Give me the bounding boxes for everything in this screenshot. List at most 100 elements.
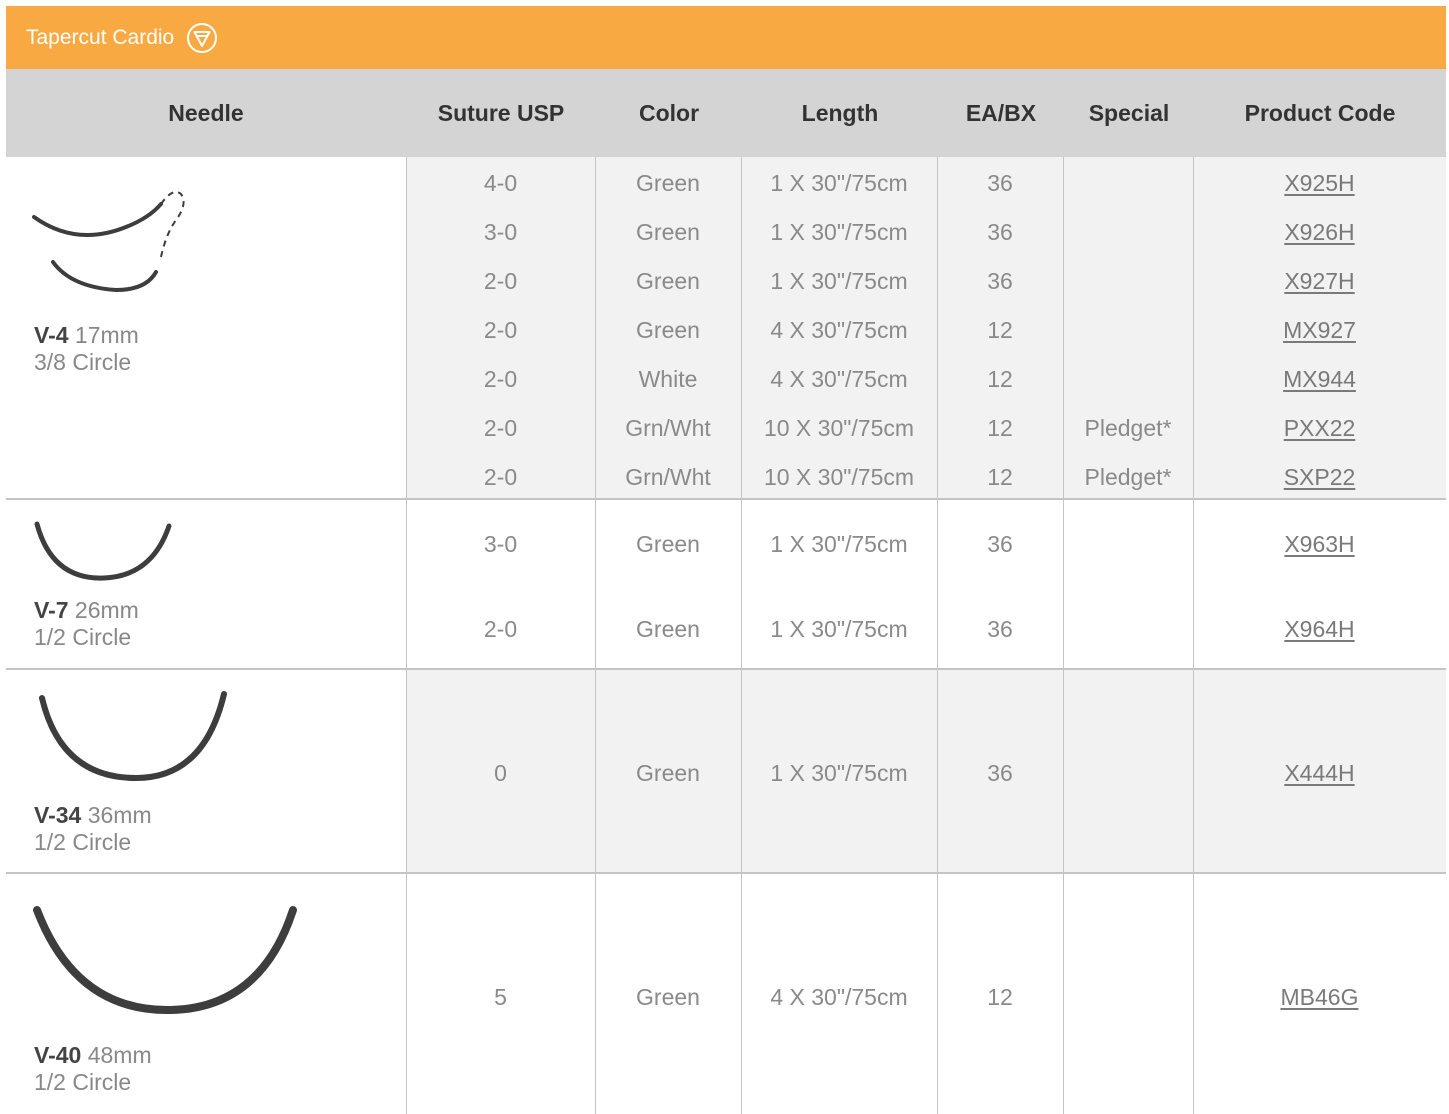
cell-special [1063, 159, 1193, 208]
cell-usp: 3-0 [483, 531, 518, 557]
needle-cell: V-40 48mm 1/2 Circle [6, 874, 407, 1114]
table-header: Needle Suture USP Color Length EA/BX Spe… [6, 69, 1446, 159]
half-circle-needle-icon [34, 521, 172, 581]
table-row: 2-0 Grn/Wht 10 X 30"/75cm 12 Pledget* SX… [406, 453, 1446, 502]
cell-usp: 2-0 [483, 464, 518, 490]
cell-usp: 2-0 [483, 268, 518, 294]
header-length: Length [801, 99, 879, 126]
cell-ea-bx: 12 [987, 317, 1013, 343]
cell-special [1063, 208, 1193, 257]
cell-special: Pledget* [1084, 415, 1172, 441]
header-needle: Needle [168, 99, 244, 126]
needle-label: V-34 36mm 1/2 Circle [34, 802, 152, 856]
table-row: 3-0 Green 1 X 30"/75cm 36 X926H [406, 208, 1446, 257]
needle-label: V-7 26mm 1/2 Circle [34, 597, 139, 651]
cell-special [1063, 973, 1193, 1022]
table-row: 3-0 Green 1 X 30"/75cm 36 X963H [406, 520, 1446, 569]
cell-special [1063, 355, 1193, 404]
cell-special: Pledget* [1084, 464, 1172, 490]
cell-ea-bx: 12 [987, 366, 1013, 392]
needle-size: 26mm [74, 597, 139, 623]
needle-name: V-34 [34, 802, 82, 828]
cell-special [1063, 605, 1193, 654]
needle-size: 36mm [87, 802, 152, 828]
needle-group-v34: V-34 36mm 1/2 Circle 0 Green 1 X 30"/75c… [6, 670, 1446, 874]
cell-ea-bx: 36 [987, 760, 1013, 786]
cell-color: Green [636, 616, 700, 642]
cell-special [1063, 520, 1193, 569]
product-code-link[interactable]: X964H [1193, 605, 1446, 654]
cell-color: Green [636, 984, 700, 1010]
cell-usp: 4-0 [483, 170, 518, 196]
header-color: Color [638, 99, 700, 126]
cell-color: Green [636, 268, 700, 294]
header-ea-bx: EA/BX [965, 99, 1037, 126]
cell-length: 10 X 30"/75cm [763, 415, 915, 441]
needle-shape: 1/2 Circle [34, 624, 132, 650]
needle-size: 48mm [87, 1042, 152, 1068]
half-circle-needle-icon [33, 906, 297, 1015]
cell-length: 4 X 30"/75cm [770, 317, 908, 343]
needle-shape: 3/8 Circle [34, 349, 132, 375]
double-curved-needle-icon [32, 191, 185, 293]
cell-length: 1 X 30"/75cm [770, 170, 908, 196]
needle-label: V-4 17mm 3/8 Circle [34, 322, 139, 376]
cell-length: 4 X 30"/75cm [770, 366, 908, 392]
table-row: 2-0 Green 4 X 30"/75cm 12 MX927 [406, 306, 1446, 355]
cell-ea-bx: 36 [987, 170, 1013, 196]
needle-group-v7: V-7 26mm 1/2 Circle 3-0 Green 1 X 30"/75… [6, 500, 1446, 670]
cell-usp: 3-0 [483, 219, 518, 245]
cell-ea-bx: 36 [987, 531, 1013, 557]
product-code-link[interactable]: X444H [1193, 749, 1446, 798]
cell-length: 4 X 30"/75cm [770, 984, 908, 1010]
needle-shape: 1/2 Circle [34, 1069, 132, 1095]
needle-cell: V-34 36mm 1/2 Circle [6, 670, 407, 872]
cell-usp: 2-0 [483, 616, 518, 642]
product-code-link[interactable]: X925H [1193, 159, 1446, 208]
cell-ea-bx: 12 [987, 984, 1013, 1010]
product-code-link[interactable]: MX944 [1193, 355, 1446, 404]
header-suture-usp: Suture USP [437, 99, 565, 126]
needle-group-v4: V-4 17mm 3/8 Circle 4-0 Green 1 X 30"/75… [6, 157, 1446, 500]
cell-special [1063, 306, 1193, 355]
section-header[interactable]: Tapercut Cardio [6, 6, 1446, 69]
table-row: 2-0 Grn/Wht 10 X 30"/75cm 12 Pledget* PX… [406, 404, 1446, 453]
funnel-filter-icon[interactable] [186, 22, 218, 54]
cell-special [1063, 257, 1193, 306]
product-code-link[interactable]: MX927 [1193, 306, 1446, 355]
section-title: Tapercut Cardio [26, 25, 175, 49]
cell-usp: 0 [494, 760, 507, 786]
cell-usp: 2-0 [483, 317, 518, 343]
product-code-link[interactable]: X963H [1193, 520, 1446, 569]
cell-length: 1 X 30"/75cm [770, 616, 908, 642]
product-code-link[interactable]: MB46G [1193, 973, 1446, 1022]
cell-usp: 5 [494, 984, 507, 1010]
needle-cell: V-7 26mm 1/2 Circle [6, 500, 407, 668]
product-code-link[interactable]: X926H [1193, 208, 1446, 257]
table-row: 5 Green 4 X 30"/75cm 12 MB46G [406, 973, 1446, 1022]
needle-label: V-40 48mm 1/2 Circle [34, 1042, 152, 1096]
cell-ea-bx: 36 [987, 268, 1013, 294]
cell-color: Green [636, 170, 700, 196]
product-code-link[interactable]: PXX22 [1193, 404, 1446, 453]
cell-color: Green [636, 219, 700, 245]
cell-color: Grn/Wht [625, 415, 711, 441]
cell-usp: 2-0 [483, 415, 518, 441]
needle-shape: 1/2 Circle [34, 829, 132, 855]
product-code-link[interactable]: SXP22 [1193, 453, 1446, 502]
table-row: 2-0 Green 1 X 30"/75cm 36 X927H [406, 257, 1446, 306]
needle-name: V-4 [34, 322, 69, 348]
cell-color: Grn/Wht [625, 464, 711, 490]
cell-ea-bx: 36 [987, 219, 1013, 245]
product-code-link[interactable]: X927H [1193, 257, 1446, 306]
cell-length: 1 X 30"/75cm [770, 268, 908, 294]
cell-special [1063, 749, 1193, 798]
needle-name: V-40 [34, 1042, 82, 1068]
cell-usp: 2-0 [483, 366, 518, 392]
needle-group-v40: V-40 48mm 1/2 Circle 5 Green 4 X 30"/75c… [6, 874, 1446, 1114]
product-table: Tapercut Cardio Needle Suture USP Color … [6, 6, 1446, 1114]
cell-length: 1 X 30"/75cm [770, 760, 908, 786]
cell-length: 1 X 30"/75cm [770, 531, 908, 557]
table-row: 0 Green 1 X 30"/75cm 36 X444H [406, 749, 1446, 798]
cell-ea-bx: 12 [987, 464, 1013, 490]
